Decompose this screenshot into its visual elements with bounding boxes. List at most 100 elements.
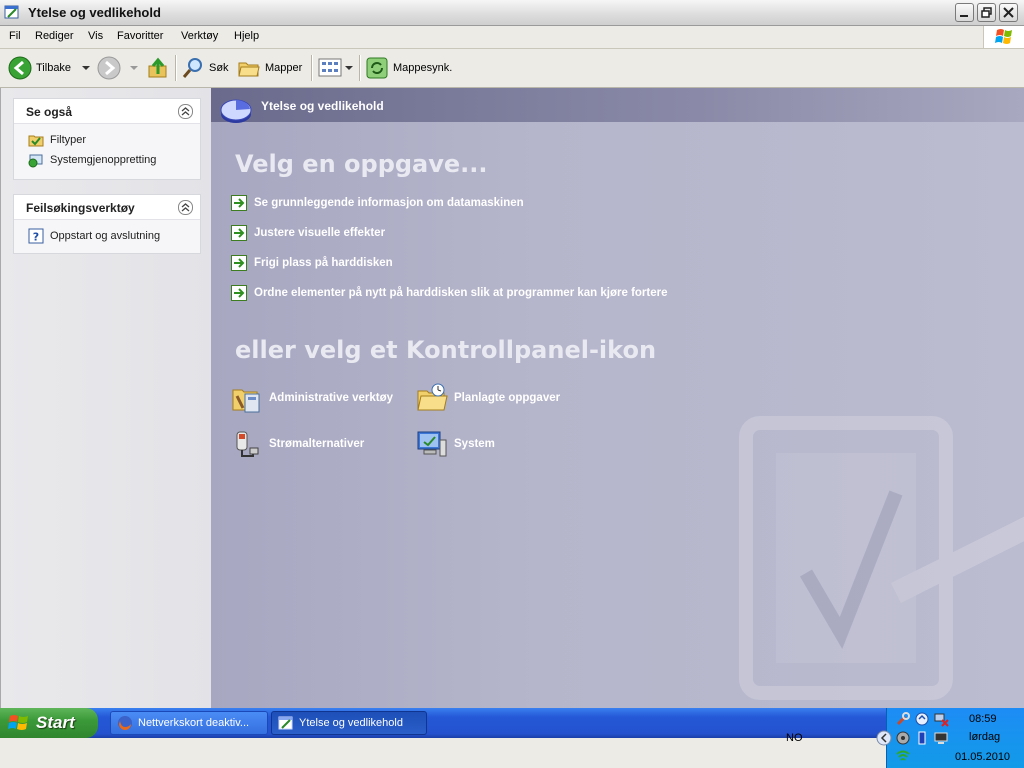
clock-day[interactable]: lørdag <box>969 731 1000 743</box>
folder-window-icon <box>278 716 293 730</box>
folder-sync-button[interactable]: Mappesynk. <box>365 54 452 82</box>
see-also-panel: Se også Filtyper Systemgjenoppretting <box>13 98 201 180</box>
taskbar-button-performance[interactable]: Ytelse og vedlikehold <box>271 711 427 735</box>
main-content-pane: Ytelse og vedlikehold Velg en oppgave...… <box>211 88 1024 708</box>
folder-sync-label: Mappesynk. <box>393 62 453 74</box>
taskbar-button-label: Ytelse og vedlikehold <box>299 717 403 729</box>
task-label: Frigi plass på harddisken <box>254 257 393 269</box>
task-link[interactable]: Ordne elementer på nytt på harddisken sl… <box>231 284 668 302</box>
pick-task-heading: Velg en oppgave... <box>235 150 488 178</box>
see-also-label-system-restore: Systemgjenoppretting <box>50 154 157 166</box>
performance-pie-icon <box>220 99 252 123</box>
firefox-icon <box>118 716 132 730</box>
troubleshoot-title: Feilsøkingsverktøy <box>26 201 135 215</box>
toolbar-separator <box>359 55 361 81</box>
green-arrow-icon <box>231 255 247 271</box>
volume-icon[interactable] <box>895 730 911 746</box>
forward-arrow-icon <box>97 56 121 80</box>
menu-view[interactable]: Vis <box>88 30 103 42</box>
minimize-icon <box>960 15 968 17</box>
taskbar-button-network[interactable]: Nettverkskort deaktiv... <box>110 711 268 735</box>
menu-file[interactable]: Fil <box>9 30 21 42</box>
troubleshoot-header[interactable]: Feilsøkingsverktøy <box>14 195 200 220</box>
toolbar-separator <box>311 55 313 81</box>
collapse-chevron-icon[interactable] <box>178 104 193 119</box>
monitor-icon[interactable] <box>933 730 949 746</box>
collapse-chevron-icon[interactable] <box>178 200 193 215</box>
taskbar-button-label: Nettverkskort deaktiv... <box>138 717 250 729</box>
or-pick-icon-heading: eller velg et Kontrollpanel-ikon <box>235 336 657 364</box>
close-icon <box>1003 7 1014 18</box>
cp-icon-system[interactable]: System <box>416 427 495 461</box>
folders-icon <box>238 62 260 77</box>
wireless-icon[interactable] <box>895 748 911 764</box>
cp-icon-power-options[interactable]: Strømalternativer <box>231 427 364 461</box>
category-watermark-icon <box>739 416 1024 700</box>
sync-icon <box>366 57 388 79</box>
folders-label: Mapper <box>265 62 303 74</box>
troubleshoot-item-startup[interactable]: ? Oppstart og avslutning <box>14 226 200 246</box>
left-task-pane: Se også Filtyper Systemgjenoppretting Fe… <box>0 88 212 708</box>
menu-edit[interactable]: Rediger <box>35 30 74 42</box>
search-button[interactable]: Søk <box>181 54 229 82</box>
cp-icon-admin-tools[interactable]: Administrative verktøy <box>231 381 393 415</box>
taskbar: Start Nettverkskort deaktiv... Ytelse og… <box>0 708 1024 738</box>
forward-button[interactable] <box>97 54 141 82</box>
menu-help[interactable]: Hjelp <box>234 30 259 42</box>
dropdown-arrow-icon[interactable] <box>127 63 141 73</box>
admin-tools-icon <box>232 389 260 413</box>
cp-icon-label: Strømalternativer <box>269 438 365 450</box>
back-label: Tilbake <box>36 62 72 74</box>
cp-icon-label: System <box>454 438 495 450</box>
menu-favorites[interactable]: Favoritter <box>117 30 163 42</box>
title-bar: Ytelse og vedlikehold <box>0 0 1024 26</box>
windows-flag-icon <box>8 715 28 730</box>
views-button[interactable] <box>318 54 354 82</box>
folders-button[interactable]: Mapper <box>237 54 302 82</box>
see-also-header[interactable]: Se også <box>14 99 200 124</box>
update-icon[interactable] <box>914 711 930 727</box>
back-arrow-icon <box>8 56 32 80</box>
menu-tools[interactable]: Verktøy <box>181 30 218 42</box>
close-button[interactable] <box>999 3 1018 22</box>
taskbar-lower-strip: NO <box>0 732 886 768</box>
dropdown-arrow-icon[interactable] <box>79 63 93 73</box>
task-link[interactable]: Frigi plass på harddisken <box>231 254 393 272</box>
battery-icon[interactable] <box>914 730 930 746</box>
start-button[interactable]: Start <box>0 708 98 738</box>
language-indicator[interactable]: NO <box>786 732 803 744</box>
green-arrow-icon <box>231 195 247 211</box>
see-also-item-system-restore[interactable]: Systemgjenoppretting <box>14 150 200 170</box>
tools-icon[interactable] <box>895 711 911 727</box>
task-link[interactable]: Justere visuelle effekter <box>231 224 385 242</box>
green-arrow-icon <box>231 285 247 301</box>
cp-icon-scheduled-tasks[interactable]: Planlagte oppgaver <box>416 381 560 415</box>
dropdown-arrow-icon[interactable] <box>344 63 354 73</box>
folder-window-icon <box>4 5 19 19</box>
see-also-label-filetypes: Filtyper <box>50 134 87 146</box>
windows-logo-icon <box>983 26 1024 48</box>
task-link[interactable]: Se grunnleggende informasjon om datamask… <box>231 194 524 212</box>
category-header-title: Ytelse og vedlikehold <box>261 99 384 113</box>
chevron-left-icon[interactable] <box>876 730 892 746</box>
clock-date[interactable]: 01.05.2010 <box>955 751 1010 763</box>
see-also-item-filetypes[interactable]: Filtyper <box>14 130 200 150</box>
up-folder-button[interactable] <box>146 54 170 82</box>
search-icon <box>182 58 202 78</box>
network-disconnected-icon[interactable] <box>933 711 949 727</box>
system-restore-icon <box>28 154 43 168</box>
system-icon <box>417 431 447 457</box>
up-folder-icon <box>148 57 167 78</box>
folder-check-icon <box>28 135 44 147</box>
toolbar-separator <box>175 55 177 81</box>
minimize-button[interactable] <box>955 3 974 22</box>
views-icon <box>318 58 342 77</box>
back-button[interactable]: Tilbake <box>8 54 93 82</box>
clock-time[interactable]: 08:59 <box>969 713 997 725</box>
cp-icon-label: Planlagte oppgaver <box>454 392 561 404</box>
search-label: Søk <box>209 62 229 74</box>
cp-icon-label: Administrative verktøy <box>269 392 393 404</box>
restore-button[interactable] <box>977 3 996 22</box>
start-label: Start <box>36 713 75 732</box>
menu-bar: Fil Rediger Vis Favoritter Verktøy Hjelp <box>0 26 1024 49</box>
